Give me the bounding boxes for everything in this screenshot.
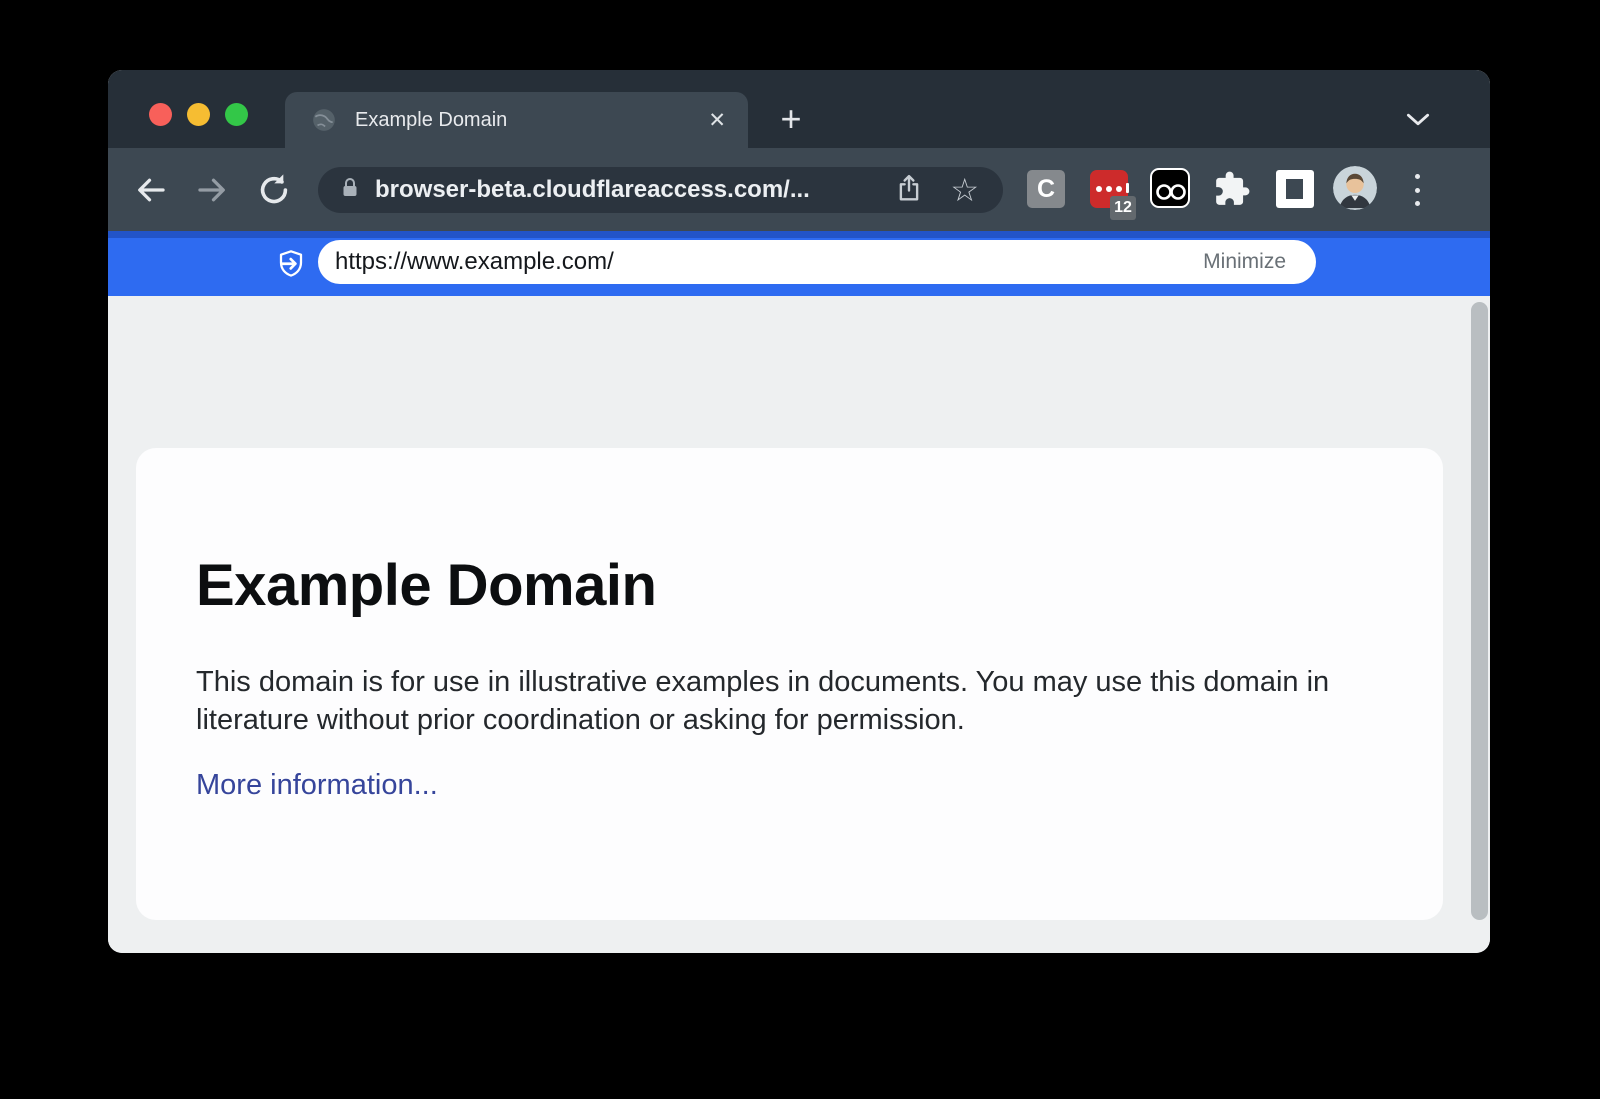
profile-avatar[interactable]: [1333, 166, 1377, 210]
page-title: Example Domain: [196, 556, 1443, 617]
page-paragraph: This domain is for use in illustrative e…: [196, 663, 1346, 739]
tab-strip: Example Domain ✕ +: [108, 70, 1490, 148]
frame-extension-icon[interactable]: [1276, 170, 1314, 208]
lastpass-dots: [1096, 185, 1129, 193]
extensions-puzzle-icon[interactable]: [1213, 170, 1251, 208]
chevron-down-icon[interactable]: [1405, 112, 1431, 132]
browser-toolbar: browser-beta.cloudflareaccess.com/... ☆ …: [108, 148, 1490, 231]
share-icon[interactable]: [894, 173, 924, 208]
isolation-bar: https://www.example.com/ Minimize: [108, 231, 1490, 296]
omnibox[interactable]: browser-beta.cloudflareaccess.com/... ☆: [318, 167, 1003, 213]
screenshot-stage: Example Domain ✕ +: [0, 0, 1600, 1099]
close-window-button[interactable]: [149, 103, 172, 126]
example-domain-card: Example Domain This domain is for use in…: [136, 448, 1443, 920]
forward-icon[interactable]: [194, 172, 230, 213]
tab-close-icon[interactable]: ✕: [708, 110, 726, 131]
frame-inner: [1286, 179, 1303, 199]
omnibox-url[interactable]: browser-beta.cloudflareaccess.com/...: [375, 176, 894, 204]
globe-favicon-icon: [311, 107, 337, 133]
back-icon[interactable]: [133, 172, 169, 213]
lastpass-extension-icon[interactable]: 12: [1090, 170, 1128, 208]
tab-example-domain[interactable]: Example Domain ✕: [285, 92, 748, 148]
isolation-url[interactable]: https://www.example.com/: [335, 248, 1203, 276]
minimize-window-button[interactable]: [187, 103, 210, 126]
tab-title: Example Domain: [355, 109, 708, 132]
lock-icon[interactable]: [338, 176, 362, 205]
more-information-link[interactable]: More information...: [196, 769, 438, 802]
two-circles-extension-icon[interactable]: [1150, 168, 1190, 208]
reload-icon[interactable]: [256, 172, 292, 213]
lastpass-badge: 12: [1110, 196, 1136, 220]
scrollbar-thumb[interactable]: [1471, 302, 1488, 920]
browser-window: Example Domain ✕ +: [108, 70, 1490, 953]
zoom-window-button[interactable]: [225, 103, 248, 126]
browser-menu-icon[interactable]: [1411, 174, 1423, 206]
isolation-bar-accent: [108, 231, 1490, 238]
new-tab-button[interactable]: +: [772, 100, 810, 138]
shield-arrow-icon: [275, 248, 307, 285]
extension-c-icon[interactable]: C: [1027, 170, 1065, 208]
page-viewport: Example Domain This domain is for use in…: [108, 296, 1490, 953]
isolation-url-input[interactable]: https://www.example.com/ Minimize: [318, 240, 1316, 284]
minimize-button[interactable]: Minimize: [1203, 250, 1286, 274]
bookmark-star-icon[interactable]: ☆: [950, 174, 979, 206]
